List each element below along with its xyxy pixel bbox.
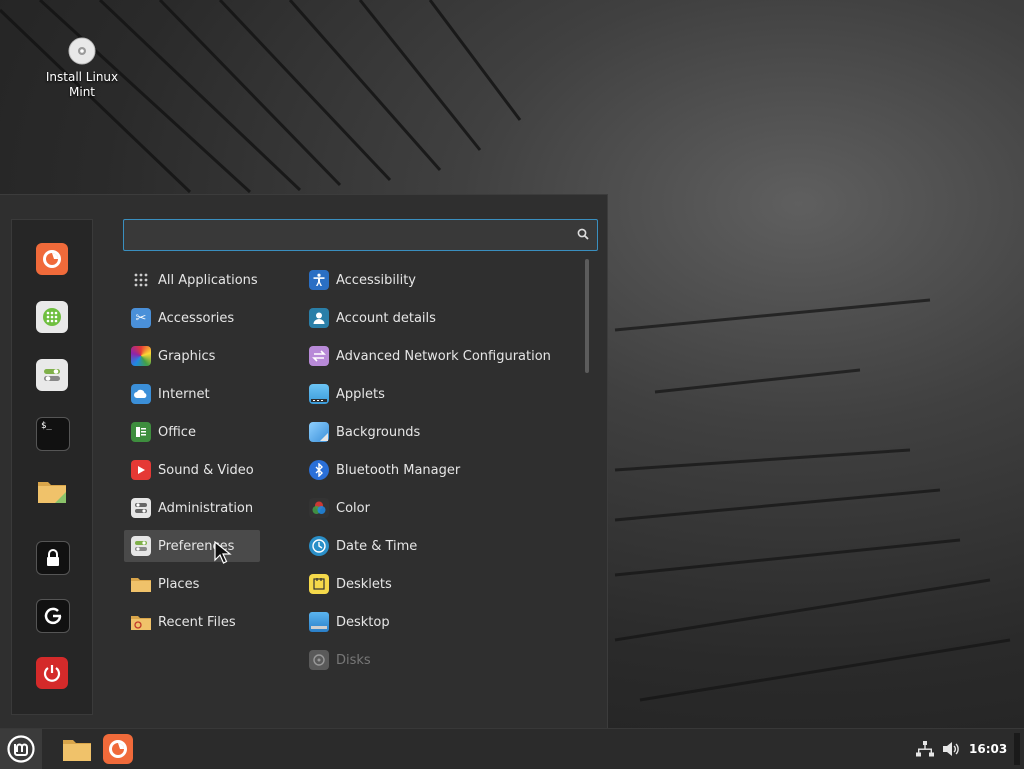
app-label: Applets xyxy=(336,386,385,402)
lock-screen-icon[interactable] xyxy=(36,541,70,575)
preferences-icon xyxy=(131,536,151,556)
disks-icon xyxy=(309,650,329,670)
category-accessories[interactable]: ✂ Accessories xyxy=(124,302,260,334)
category-label: Internet xyxy=(158,386,210,402)
category-label: Accessories xyxy=(158,310,235,326)
places-icon xyxy=(131,574,151,594)
software-manager-icon[interactable] xyxy=(36,301,68,333)
app-date-time[interactable]: Date & Time xyxy=(302,530,572,562)
bluetooth-icon xyxy=(309,460,329,480)
volume-icon xyxy=(943,742,959,756)
apps-scrollbar[interactable] xyxy=(585,259,589,373)
category-label: Sound & Video xyxy=(158,462,254,478)
app-accessibility[interactable]: Accessibility xyxy=(302,264,572,296)
app-label: Color xyxy=(336,500,370,516)
install-linux-mint-shortcut[interactable]: Install Linux Mint xyxy=(42,36,122,100)
panel-clock[interactable]: 16:03 xyxy=(969,729,1007,769)
favorites-bar: $_ xyxy=(11,219,93,715)
network-icon xyxy=(916,741,934,757)
accessibility-icon xyxy=(309,270,329,290)
app-color[interactable]: Color xyxy=(302,492,572,524)
network-config-icon xyxy=(309,346,329,366)
accessories-icon: ✂ xyxy=(131,308,151,328)
app-account-details[interactable]: Account details xyxy=(302,302,572,334)
sound-video-icon xyxy=(131,460,151,480)
office-icon xyxy=(131,422,151,442)
category-recent-files[interactable]: Recent Files xyxy=(124,606,260,638)
panel-firefox-launcher[interactable] xyxy=(103,734,133,764)
terminal-icon[interactable]: $_ xyxy=(36,417,70,451)
panel-files-launcher[interactable] xyxy=(62,734,92,764)
app-backgrounds[interactable]: Backgrounds xyxy=(302,416,572,448)
category-sound-video[interactable]: Sound & Video xyxy=(124,454,260,486)
app-applets[interactable]: Applets xyxy=(302,378,572,410)
administration-icon xyxy=(131,498,151,518)
category-label: Recent Files xyxy=(158,614,236,630)
grid-icon xyxy=(131,270,151,290)
folder-icon xyxy=(63,740,91,761)
menu-button[interactable] xyxy=(0,729,42,769)
mint-logo-icon xyxy=(7,735,35,763)
category-label: Graphics xyxy=(158,348,216,364)
internet-icon xyxy=(131,384,151,404)
applets-icon xyxy=(309,384,329,404)
firefox-icon[interactable] xyxy=(36,243,68,275)
desktop-icon xyxy=(309,612,329,632)
category-preferences[interactable]: Preferences xyxy=(124,530,260,562)
app-bluetooth-manager[interactable]: Bluetooth Manager xyxy=(302,454,572,486)
power-icon[interactable] xyxy=(36,657,68,689)
category-label: Administration xyxy=(158,500,254,516)
account-details-icon xyxy=(309,308,329,328)
app-label: Backgrounds xyxy=(336,424,421,440)
graphics-icon xyxy=(131,346,151,366)
category-all-applications[interactable]: All Applications xyxy=(124,264,260,296)
app-label: Account details xyxy=(336,310,436,326)
recent-files-icon xyxy=(131,612,151,632)
logout-icon[interactable] xyxy=(36,599,70,633)
system-settings-icon[interactable] xyxy=(36,359,68,391)
application-menu: $_ All Applications ✂ Accessories Graphi… xyxy=(0,194,608,728)
category-office[interactable]: Office xyxy=(124,416,260,448)
search-icon xyxy=(577,228,589,240)
firefox-icon xyxy=(109,740,127,758)
network-applet[interactable] xyxy=(916,729,934,769)
app-desktop[interactable]: Desktop xyxy=(302,606,572,638)
desktop-icon-label: Install Linux Mint xyxy=(45,70,119,99)
category-internet[interactable]: Internet xyxy=(124,378,260,410)
clock-icon xyxy=(309,536,329,556)
bottom-panel: 16:03 xyxy=(0,728,1024,769)
category-label: All Applications xyxy=(158,272,258,288)
app-label: Accessibility xyxy=(336,272,416,288)
app-advanced-network-configuration[interactable]: Advanced Network Configuration xyxy=(302,340,572,372)
app-label: Bluetooth Manager xyxy=(336,462,461,478)
desklets-icon xyxy=(309,574,329,594)
search-box[interactable] xyxy=(123,219,598,251)
backgrounds-icon xyxy=(309,422,329,442)
app-label: Desktop xyxy=(336,614,390,630)
app-label: Desklets xyxy=(336,576,392,592)
category-label: Office xyxy=(158,424,196,440)
app-label: Advanced Network Configuration xyxy=(336,348,551,364)
mouse-cursor-icon xyxy=(214,541,232,564)
app-label: Date & Time xyxy=(336,538,418,554)
volume-applet[interactable] xyxy=(942,729,960,769)
category-graphics[interactable]: Graphics xyxy=(124,340,260,372)
category-administration[interactable]: Administration xyxy=(124,492,260,524)
files-icon[interactable] xyxy=(36,475,68,507)
search-input[interactable] xyxy=(130,224,574,248)
category-label: Places xyxy=(158,576,200,592)
app-desklets[interactable]: Desklets xyxy=(302,568,572,600)
app-disks[interactable]: Disks xyxy=(302,644,572,676)
app-label: Disks xyxy=(336,652,371,668)
cd-disc-icon xyxy=(68,37,96,65)
color-icon xyxy=(309,498,329,518)
show-desktop-button[interactable] xyxy=(1014,733,1020,765)
category-places[interactable]: Places xyxy=(124,568,260,600)
